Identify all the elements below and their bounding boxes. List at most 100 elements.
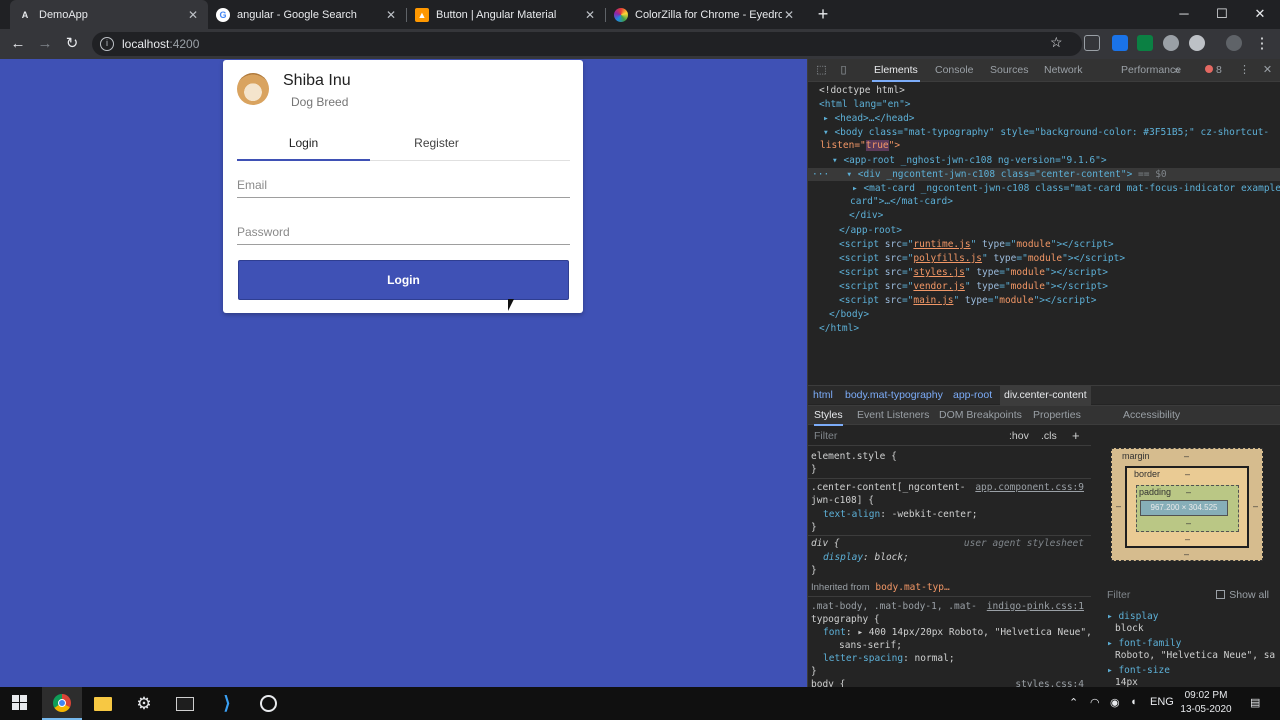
maximize-icon[interactable]: ☐ <box>1204 0 1240 28</box>
dom-script-row[interactable]: <script src="runtime.js" type="module"><… <box>839 238 1114 251</box>
script-src[interactable]: runtime.js <box>913 239 970 250</box>
device-toolbar-icon[interactable]: ▯ <box>837 64 850 77</box>
breadcrumb-div-center-content[interactable]: div.center-content <box>1000 386 1091 405</box>
devtools-tab-sources[interactable]: Sources <box>988 59 1031 82</box>
close-icon[interactable]: ✕ <box>782 8 796 22</box>
browser-tab-angular-material[interactable]: ▲ Button | Angular Material ✕ <box>407 0 605 29</box>
dom-approot-close[interactable]: </app-root> <box>839 224 902 237</box>
notifications-icon[interactable]: ▤ <box>1250 696 1260 709</box>
login-button[interactable]: Login <box>238 260 569 300</box>
script-src[interactable]: polyfills.js <box>913 253 982 264</box>
window-close-icon[interactable]: ✕ <box>1242 0 1278 28</box>
dom-body-close[interactable]: </body> <box>829 308 869 321</box>
dom-html-open[interactable]: <html lang="en"> <box>819 98 911 111</box>
language-indicator[interactable]: ENG <box>1150 696 1174 708</box>
volume-icon[interactable]: ◖ <box>1130 696 1137 708</box>
cls-toggle[interactable]: .cls <box>1041 430 1057 442</box>
extension-icon[interactable] <box>1112 35 1128 51</box>
dom-head[interactable]: ▸ <head>…</head> <box>823 112 915 125</box>
address-bar[interactable]: i localhost:4200 <box>92 32 1082 56</box>
back-arrow-icon[interactable]: ← <box>8 34 28 54</box>
add-rule-icon[interactable]: + <box>1072 428 1080 443</box>
subtab-event-listeners[interactable]: Event Listeners <box>857 406 929 426</box>
reload-icon[interactable]: ↻ <box>62 34 82 54</box>
dom-script-row[interactable]: <script src="styles.js" type="module"></… <box>839 266 1108 279</box>
inherited-from-link[interactable]: body.mat-typ… <box>875 582 949 593</box>
extension-icon[interactable] <box>1163 35 1179 51</box>
close-icon[interactable]: ✕ <box>186 8 200 22</box>
computed-filter-input[interactable]: Filter <box>1107 589 1130 601</box>
file-explorer-icon[interactable] <box>83 687 123 720</box>
menu-kebab-icon[interactable]: ⋮ <box>1252 34 1272 54</box>
tab-login[interactable]: Login <box>237 128 370 161</box>
breadcrumb-app-root[interactable]: app-root <box>953 389 992 401</box>
subtab-accessibility[interactable]: Accessibility <box>1123 406 1180 426</box>
dom-mat-card[interactable]: ▸ <mat-card _ngcontent-jwn-c108 class="m… <box>852 182 1280 195</box>
browser-tab-google[interactable]: G angular - Google Search ✕ <box>208 0 406 29</box>
hov-toggle[interactable]: :hov <box>1009 430 1029 442</box>
devtools-more-tabs[interactable]: » <box>1172 59 1182 82</box>
wifi-icon[interactable]: ◉ <box>1110 696 1120 709</box>
dom-script-row[interactable]: <script src="main.js" type="module"></sc… <box>839 294 1096 307</box>
eyedropper-extension-icon[interactable] <box>1084 35 1100 51</box>
devtools-close-icon[interactable]: ✕ <box>1261 64 1274 77</box>
dom-div-center-content[interactable]: ··· ▾ <div _ngcontent-jwn-c108 class="ce… <box>812 168 1167 181</box>
system-clock[interactable]: 09:02 PM 13-05-2020 <box>1176 689 1236 717</box>
breadcrumb-html[interactable]: html <box>813 389 833 401</box>
settings-gear-icon[interactable]: ⚙ <box>124 687 164 720</box>
minimize-icon[interactable]: ─ <box>1166 0 1202 28</box>
devtools-tab-network[interactable]: Network <box>1042 59 1085 82</box>
profile-avatar[interactable] <box>1226 35 1242 51</box>
forward-arrow-icon[interactable]: → <box>35 34 55 54</box>
devtools-tab-elements[interactable]: Elements <box>872 59 920 82</box>
password-field[interactable]: Password <box>237 223 570 245</box>
close-icon[interactable]: ✕ <box>384 8 398 22</box>
tab-register[interactable]: Register <box>370 128 503 161</box>
computed-item[interactable]: ▸ font-family <box>1107 638 1181 649</box>
breadcrumb-body[interactable]: body.mat-typography <box>845 389 943 401</box>
terminal-icon[interactable] <box>165 687 205 720</box>
devtools-tab-console[interactable]: Console <box>933 59 976 82</box>
sheets-extension-icon[interactable] <box>1137 35 1153 51</box>
obs-icon[interactable] <box>248 687 288 720</box>
rule-declaration[interactable]: letter-spacing: normal; <box>823 652 955 665</box>
browser-tab-colorzilla[interactable]: ColorZilla for Chrome - Eyedropp ✕ <box>606 0 804 29</box>
devtools-menu-icon[interactable]: ⋮ <box>1238 64 1251 77</box>
close-icon[interactable]: ✕ <box>583 8 597 22</box>
dom-html-close[interactable]: </html> <box>819 322 859 335</box>
script-src[interactable]: styles.js <box>913 267 964 278</box>
error-count-badge[interactable]: 8 <box>1205 59 1222 82</box>
dom-script-row[interactable]: <script src="vendor.js" type="module"></… <box>839 280 1108 293</box>
styles-filter-input[interactable]: Filter <box>814 430 837 442</box>
bookmark-star-icon[interactable]: ☆ <box>1050 34 1063 51</box>
rule-declaration[interactable]: text-align: -webkit-center; <box>823 508 977 521</box>
site-info-icon[interactable]: i <box>100 37 114 51</box>
dom-body-open[interactable]: ▾ <body class="mat-typography" style="ba… <box>823 126 1269 139</box>
script-src[interactable]: main.js <box>913 295 953 306</box>
dom-script-row[interactable]: <script src="polyfills.js" type="module"… <box>839 252 1125 265</box>
show-all-checkbox[interactable]: Show all <box>1216 589 1269 601</box>
windows-start-icon[interactable] <box>12 695 28 711</box>
rule-source-link[interactable]: styles.css:4 <box>1015 678 1084 687</box>
vscode-icon[interactable]: ⟩ <box>207 687 247 720</box>
new-tab-button[interactable]: + <box>813 4 833 24</box>
inspect-element-icon[interactable]: ⬚ <box>815 64 828 77</box>
dom-div-close[interactable]: </div> <box>849 209 883 222</box>
dom-doctype[interactable]: <!doctype html> <box>819 84 905 97</box>
computed-item[interactable]: ▸ font-size <box>1107 665 1170 676</box>
subtab-properties[interactable]: Properties <box>1033 406 1081 426</box>
script-src[interactable]: vendor.js <box>913 281 964 292</box>
computed-item[interactable]: ▸ display <box>1107 611 1159 622</box>
element-style-rule[interactable]: element.style { <box>811 450 897 463</box>
chrome-taskbar-icon[interactable] <box>42 687 82 720</box>
browser-tab-demoapp[interactable]: A DemoApp ✕ <box>10 0 208 29</box>
cloud-extension-icon[interactable] <box>1189 35 1205 51</box>
subtab-styles[interactable]: Styles <box>814 406 843 426</box>
network-icon[interactable]: ◠ <box>1090 696 1100 709</box>
dom-approot-open[interactable]: ▾ <app-root _nghost-jwn-c108 ng-version=… <box>832 154 1107 167</box>
rule-source-link[interactable]: indigo-pink.css:1 <box>987 600 1084 613</box>
email-field[interactable]: Email <box>237 176 570 198</box>
rule-declaration[interactable]: font: ▸ 400 14px/20px Roboto, "Helvetica… <box>823 626 1092 639</box>
subtab-dom-breakpoints[interactable]: DOM Breakpoints <box>939 406 1022 426</box>
rule-source-link[interactable]: app.component.css:9 <box>975 481 1084 494</box>
